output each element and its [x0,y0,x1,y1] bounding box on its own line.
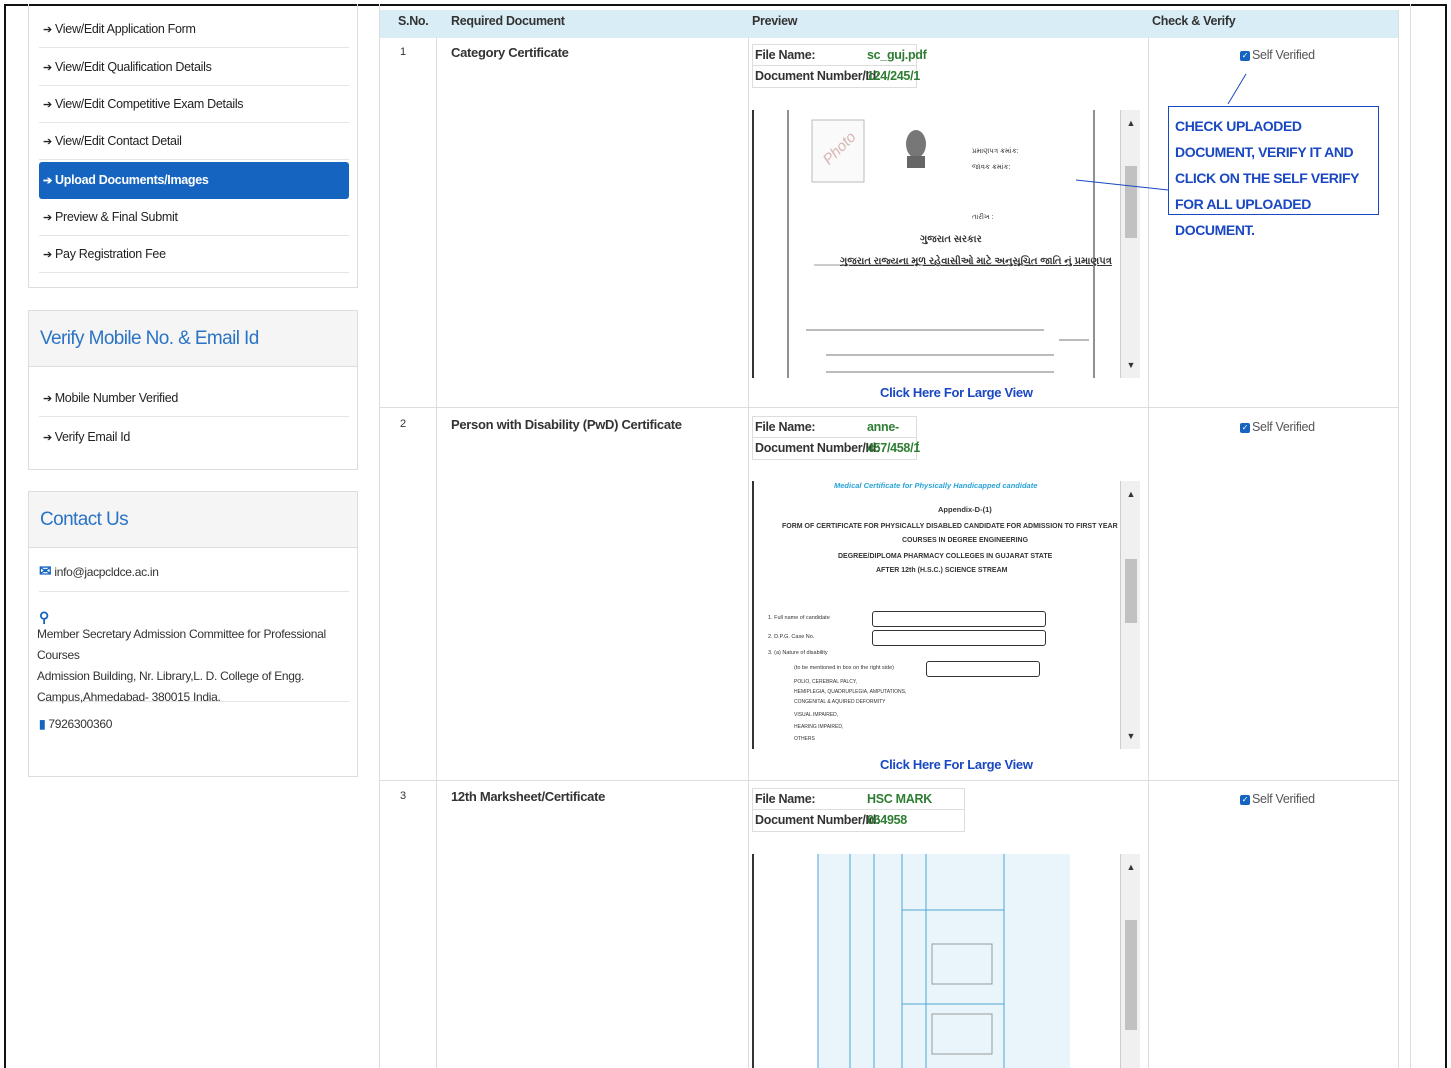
instruction-callout: CHECK UPLAODED DOCUMENT, VERIFY IT AND C… [1168,106,1379,238]
